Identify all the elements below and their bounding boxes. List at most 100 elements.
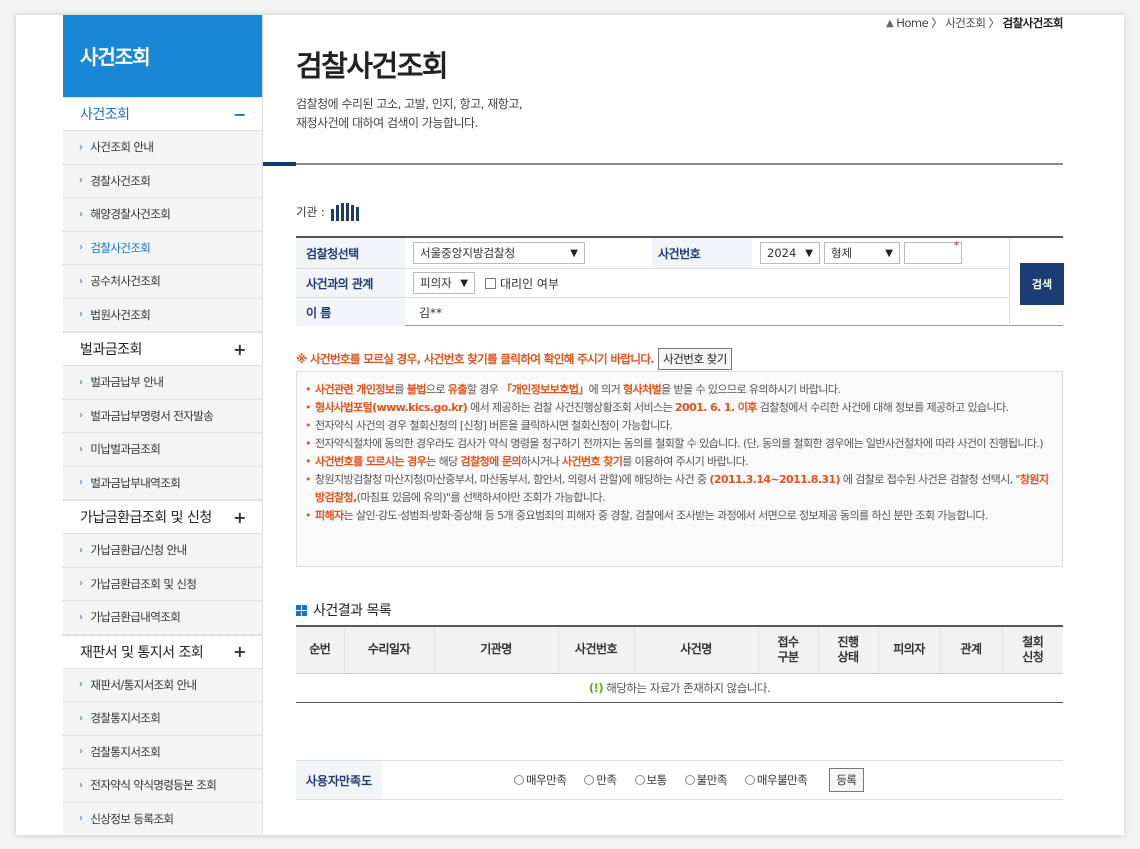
sidebar-item-label: 검찰통지서조회 <box>90 744 161 759</box>
radio-icon[interactable] <box>514 775 524 785</box>
sidebar-group-label: 벌과금조회 <box>80 342 142 358</box>
results-title-text: 사건결과 목록 <box>313 603 392 619</box>
sidebar-item[interactable]: › 경찰통지서조회 <box>63 702 262 736</box>
find-case-number-button[interactable]: 사건번호 찾기 <box>658 348 732 370</box>
table-row: (!) 해당하는 자료가 존재하지 않습니다. <box>296 673 1063 703</box>
year-select-value: 2024 <box>767 246 797 260</box>
results-table: 순번 수리일자 기관명 사건번호 사건명 접수 구분 진행 상태 피의자 관계 철회 신청 (!)… <box>296 625 1063 703</box>
survey-option[interactable]: 불만족 <box>684 772 727 788</box>
required-icon: * <box>953 239 960 252</box>
table-header-row: 순번 수리일자 기관명 사건번호 사건명 접수 구분 진행 상태 피의자 관계 철회 신청 <box>296 625 1063 674</box>
sidebar: 사건조회 사건조회 − › 사건조회 안내 › 경찰사건조회 › 해양경찰사건조회 › 검찰사건조… <box>63 15 263 835</box>
radio-icon[interactable] <box>584 775 595 785</box>
case-no-label: 사건번호 <box>652 238 752 268</box>
chevron-down-icon: ▼ <box>805 247 813 259</box>
survey-submit-button[interactable]: 등록 <box>829 768 864 792</box>
sidebar-group-label: 재판서 및 통지서 조회 <box>80 644 204 661</box>
form-row: 검찰청선택 서울중앙지방검찰청 ▼ 사건번호 2024 ▼ 형제 ▼ * <box>296 238 1009 269</box>
breadcrumb-home[interactable]: Home <box>896 16 928 30</box>
sidebar-item[interactable]: › 신상정보 등록조회 <box>63 803 262 836</box>
sidebar-item[interactable]: › 재판서/통지서조회 안내 <box>63 669 262 702</box>
survey-option[interactable]: 매우불만족 <box>744 772 808 788</box>
form-row: 이 름 김** <box>296 298 1009 326</box>
sidebar-item[interactable]: › 해양경찰사건조회 <box>63 198 262 232</box>
column-header: 사건명 <box>633 625 758 674</box>
sidebar-item[interactable]: › 사건조회 안내 <box>63 131 262 165</box>
divider-accent <box>263 162 296 166</box>
satisfaction-survey: 사용자만족도 매우만족 만족 보통 불만족 매우불만족 등록 <box>296 760 1063 800</box>
chevron-right-icon: › <box>79 309 83 321</box>
sidebar-item[interactable]: › 가납금환급/신청 안내 <box>63 534 262 568</box>
column-header: 진행 상태 <box>817 625 878 674</box>
sidebar-item-label: 가납금환급/신청 안내 <box>90 543 187 558</box>
sidebar-group[interactable]: 가납금환급조회 및 신청 + <box>63 500 262 534</box>
case-no-cell: 2024 ▼ 형제 ▼ * <box>752 238 1009 268</box>
chevron-right-icon: › <box>79 141 83 153</box>
sidebar-item-label: 법원사건조회 <box>90 307 151 322</box>
survey-option-label: 매우만족 <box>526 773 567 787</box>
agency-label: 기관 : <box>296 205 325 219</box>
sidebar-item-label: 공수처사건조회 <box>90 274 161 289</box>
office-label: 검찰청선택 <box>296 238 405 268</box>
chevron-right-icon: › <box>79 477 83 489</box>
survey-option[interactable]: 만족 <box>584 772 617 788</box>
page-frame: 사건조회 사건조회 − › 사건조회 안내 › 경찰사건조회 › 해양경찰사건조회 › 검찰사건조… <box>16 15 1124 835</box>
breadcrumb-parent[interactable]: 사건조회 <box>945 15 986 31</box>
sidebar-item[interactable]: › 가납금환급조회 및 신청 <box>63 568 262 601</box>
prosecution-logo-icon <box>330 203 359 221</box>
name-label: 이 름 <box>296 298 405 326</box>
sidebar-item[interactable]: › 벌과금납부내역조회 <box>63 467 262 500</box>
sidebar-item-label: 신상정보 등록조회 <box>90 811 174 826</box>
sidebar-title: 사건조회 <box>63 15 262 97</box>
chevron-right-icon: › <box>79 611 83 623</box>
sidebar-item[interactable]: › 벌과금납부 안내 <box>63 366 262 400</box>
office-select-value: 서울중앙지방검찰청 <box>420 246 516 260</box>
sidebar-item[interactable]: › 공수처사건조회 <box>63 265 262 299</box>
chevron-down-icon: ▼ <box>460 277 468 289</box>
case-type-select[interactable]: 형제 ▼ <box>824 242 900 264</box>
survey-option[interactable]: 매우만족 <box>514 772 567 788</box>
sidebar-group[interactable]: 사건조회 − <box>63 97 262 131</box>
column-header: 사건번호 <box>557 625 634 674</box>
search-form: 검찰청선택 서울중앙지방검찰청 ▼ 사건번호 2024 ▼ 형제 ▼ * 사건과… <box>296 236 1064 326</box>
form-row: 사건과의 관계 피의자 ▼ 대리인 여부 <box>296 269 1009 298</box>
chevron-right-icon: › <box>79 275 83 287</box>
minus-icon: − <box>233 104 246 124</box>
sidebar-group-label: 가납금환급조회 및 신청 <box>80 510 212 526</box>
office-select[interactable]: 서울중앙지방검찰청 ▼ <box>413 242 585 264</box>
description-line: 재정사건에 대하여 검색이 가능합니다. <box>296 116 478 130</box>
radio-icon[interactable] <box>634 775 645 785</box>
sidebar-group[interactable]: 벌과금조회 + <box>63 332 262 366</box>
sidebar-item[interactable]: › 법원사건조회 <box>63 299 262 332</box>
sidebar-item[interactable]: › 검찰사건조회 <box>63 232 262 265</box>
radio-icon[interactable] <box>744 775 755 785</box>
proxy-checkbox[interactable] <box>485 277 496 289</box>
title-divider <box>263 162 1063 166</box>
sidebar-item[interactable]: › 가납금환급내역조회 <box>63 601 262 635</box>
year-select[interactable]: 2024 ▼ <box>760 242 820 264</box>
case-number-input[interactable]: * <box>904 239 962 264</box>
sidebar-item[interactable]: › 미납벌과금조회 <box>63 433 262 467</box>
chevron-right-icon: › <box>79 208 83 220</box>
list-grid-icon <box>296 604 307 616</box>
sidebar-group[interactable]: 재판서 및 통지서 조회 + <box>63 634 262 669</box>
sidebar-item[interactable]: › 전자약식 약식명령등본 조회 <box>63 769 262 803</box>
search-button[interactable]: 검색 <box>1020 263 1064 305</box>
survey-option[interactable]: 보통 <box>634 772 667 788</box>
sidebar-item-label: 재판서/통지서조회 안내 <box>90 677 197 692</box>
sidebar-item[interactable]: › 경찰사건조회 <box>63 165 262 198</box>
column-header: 접수 구분 <box>757 625 818 674</box>
sidebar-item-label: 가납금환급조회 및 신청 <box>90 576 197 591</box>
column-header: 피의자 <box>877 625 940 674</box>
breadcrumb-sep: 〉 <box>931 16 943 30</box>
chevron-down-icon: ▼ <box>570 247 578 259</box>
proxy-label: 대리인 여부 <box>500 276 560 291</box>
radio-icon[interactable] <box>684 775 695 785</box>
sidebar-item[interactable]: › 검찰통지서조회 <box>63 736 262 769</box>
sidebar-item-label: 가납금환급내역조회 <box>90 610 181 625</box>
sidebar-item[interactable]: › 벌과금납부명령서 전자발송 <box>63 400 262 433</box>
sidebar-item-label: 경찰사건조회 <box>90 173 151 188</box>
relation-select[interactable]: 피의자 ▼ <box>413 272 475 294</box>
notice-item: 피해자는 살인·강도·성범죄·방화·중상해 등 5개 중요범죄의 피해자 중 경… <box>305 507 1052 525</box>
chevron-right-icon: › <box>79 813 83 825</box>
